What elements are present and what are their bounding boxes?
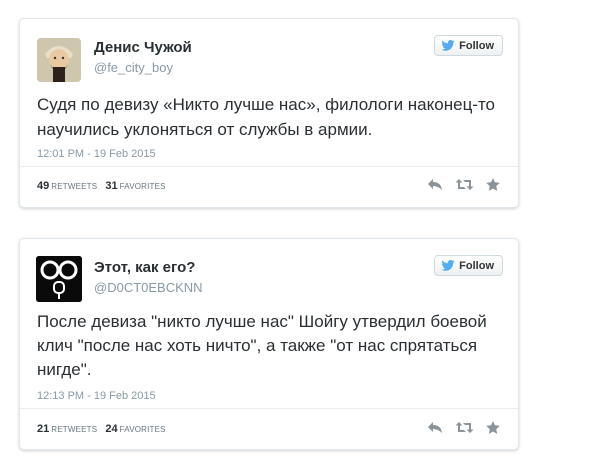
divider xyxy=(20,166,518,167)
follow-label: Follow xyxy=(459,259,494,272)
follow-label: Follow xyxy=(459,39,494,52)
retweet-count: 49 xyxy=(37,180,50,192)
favorite-count: 31 xyxy=(105,180,118,192)
tweet-stats: 49 RETWEETS 31 FAVORITES xyxy=(37,180,171,192)
tweet-card: Денис Чужой @fe_city_boy Follow Судя по … xyxy=(19,18,519,208)
tweet-text: После девиза "никто лучше нас" Шойгу утв… xyxy=(37,312,487,379)
retweets-label: RETWEETS xyxy=(51,182,98,191)
reply-icon[interactable] xyxy=(427,421,443,439)
avatar[interactable] xyxy=(36,256,82,302)
favorites-label: FAVORITES xyxy=(119,425,166,434)
favorite-star-icon[interactable] xyxy=(486,421,500,439)
reply-icon[interactable] xyxy=(427,178,443,196)
author-handle[interactable]: @fe_city_boy xyxy=(94,60,173,75)
favorites-label: FAVORITES xyxy=(119,182,166,191)
timestamp[interactable]: 12:13 PM - 19 Feb 2015 xyxy=(37,390,156,402)
tweet-card: Этот, как его? @D0CT0EBCKNN Follow После… xyxy=(19,238,519,450)
retweet-icon[interactable] xyxy=(455,421,474,439)
timestamp[interactable]: 12:01 PM - 19 Feb 2015 xyxy=(37,148,156,160)
retweets-label: RETWEETS xyxy=(51,425,98,434)
twitter-bird-icon xyxy=(441,260,455,271)
avatar[interactable] xyxy=(37,38,81,82)
favorite-count: 24 xyxy=(105,423,118,435)
tweet-actions xyxy=(427,421,500,439)
follow-button[interactable]: Follow xyxy=(434,35,503,56)
author-name[interactable]: Этот, как его? xyxy=(94,259,195,276)
tweet-stats: 21 RETWEETS 24 FAVORITES xyxy=(37,423,171,435)
tweet-text: Судя по девизу «Никто лучше нас», филоло… xyxy=(37,95,496,139)
divider xyxy=(20,408,518,409)
twitter-bird-icon xyxy=(441,40,455,51)
tweet-actions xyxy=(427,178,500,196)
retweet-count: 21 xyxy=(37,423,50,435)
follow-button[interactable]: Follow xyxy=(434,255,503,276)
author-name[interactable]: Денис Чужой xyxy=(94,39,192,56)
author-handle[interactable]: @D0CT0EBCKNN xyxy=(94,280,203,295)
retweet-icon[interactable] xyxy=(455,178,474,196)
favorite-star-icon[interactable] xyxy=(486,178,500,196)
